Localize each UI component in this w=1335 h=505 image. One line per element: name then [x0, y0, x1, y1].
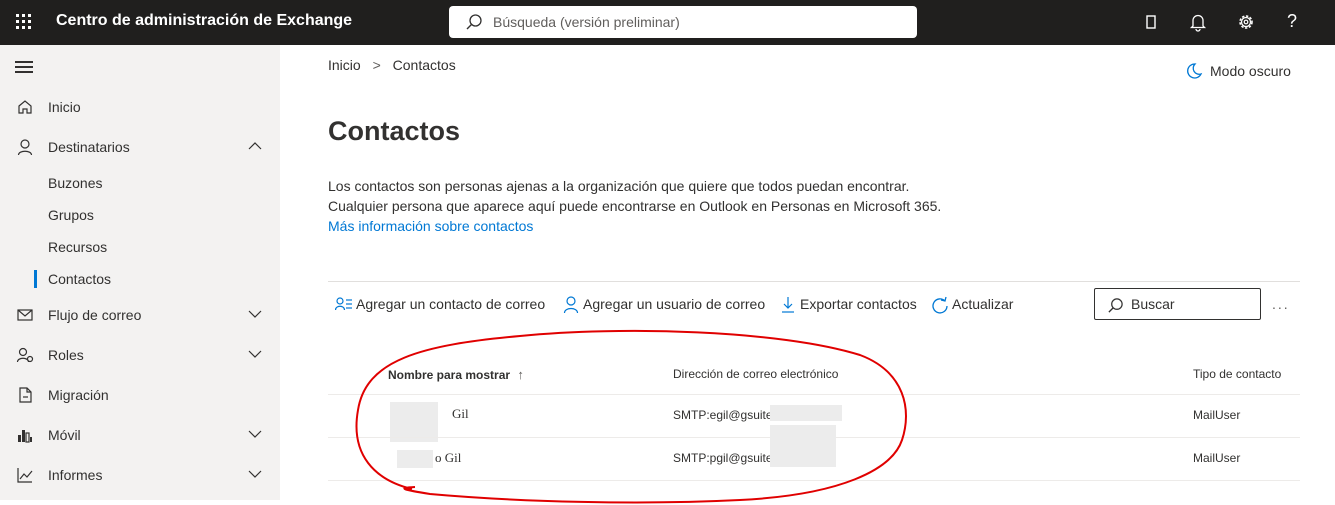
add-contact-icon	[335, 297, 352, 311]
sidebar-item-roles[interactable]: Roles	[0, 337, 280, 373]
chevron-up-icon[interactable]	[248, 141, 262, 151]
sidebar-item-label: Recursos	[48, 239, 108, 255]
command-label: Actualizar	[952, 296, 1014, 312]
waffle-icon[interactable]	[14, 12, 34, 32]
description-line: Los contactos son personas ajenas a la o…	[328, 178, 910, 194]
download-icon	[782, 297, 794, 313]
sidebar-item-label: Flujo de correo	[48, 307, 142, 323]
search-icon	[1108, 298, 1123, 313]
command-label: Exportar contactos	[800, 296, 917, 312]
redaction	[770, 425, 836, 467]
cell-email: SMTP:egil@gsuite	[673, 408, 773, 422]
description-line: Cualquier persona que aparece aquí puede…	[328, 198, 942, 214]
help-icon[interactable]: ?	[1287, 11, 1297, 32]
sidebar-item-label: Migración	[48, 387, 109, 403]
command-label: Agregar un contacto de correo	[356, 296, 546, 312]
refresh-icon	[932, 296, 948, 314]
contacts-search-input[interactable]	[1131, 289, 1256, 319]
sidebar-item-label: Contactos	[48, 271, 112, 287]
search-icon	[466, 14, 482, 30]
sidebar-item-buzones[interactable]: Buzones	[0, 168, 280, 198]
sidebar-item-recursos[interactable]: Recursos	[0, 232, 280, 262]
column-header-email[interactable]: Dirección de correo electrónico	[673, 367, 838, 381]
sidebar-item-destinatarios[interactable]: Destinatarios	[0, 129, 280, 165]
sidebar-item-migracion[interactable]: Migración	[0, 377, 280, 413]
cell-contact-type: MailUser	[1193, 451, 1241, 465]
learn-more-link[interactable]: Más información sobre contactos	[328, 218, 533, 234]
page-title: Contactos	[328, 116, 461, 146]
redaction	[770, 405, 842, 421]
breadcrumb: Inicio > Contactos	[328, 57, 456, 73]
dark-mode-label: Modo oscuro	[1210, 63, 1291, 79]
chevron-down-icon[interactable]	[248, 429, 262, 439]
cell-display-name: Gil	[452, 406, 469, 421]
column-header-contact-type[interactable]: Tipo de contacto	[1193, 367, 1281, 381]
sidebar-item-flujo-de-correo[interactable]: Flujo de correo	[0, 297, 280, 333]
roles-icon	[16, 347, 34, 363]
breadcrumb-current: Contactos	[392, 57, 456, 73]
more-options-icon[interactable]: ...	[1272, 296, 1290, 312]
breadcrumb-separator: >	[372, 57, 381, 73]
mobile-icon	[18, 430, 32, 443]
sidebar-item-label: Inicio	[48, 99, 81, 115]
row-divider	[328, 480, 1300, 481]
cell-contact-type: MailUser	[1193, 408, 1241, 422]
cell-display-name: o Gil	[435, 450, 462, 465]
migration-icon	[19, 387, 32, 403]
sidebar-item-label: Buzones	[48, 175, 103, 191]
mail-icon	[17, 309, 33, 321]
sidebar-item-contactos[interactable]: Contactos	[0, 264, 280, 294]
global-search-input[interactable]	[493, 6, 903, 38]
gear-icon[interactable]	[1236, 12, 1256, 32]
sidebar-item-label: Informes	[48, 467, 103, 483]
chevron-down-icon[interactable]	[248, 309, 262, 319]
person-icon	[563, 296, 579, 314]
moon-icon	[1187, 63, 1203, 79]
cell-email: SMTP:pgil@gsuite	[673, 451, 773, 465]
sidebar-item-label: Grupos	[48, 207, 94, 223]
sidebar-item-movil[interactable]: Móvil	[0, 417, 280, 453]
row-divider	[328, 394, 1300, 395]
selected-indicator	[34, 270, 37, 288]
hamburger-menu-icon[interactable]	[15, 61, 33, 73]
top-bar: Centro de administración de Exchange ?	[0, 0, 1335, 45]
column-header-display-name[interactable]: Nombre para mostrar ↑	[388, 367, 524, 382]
home-icon	[18, 100, 32, 114]
global-search[interactable]	[449, 6, 917, 38]
contacts-search[interactable]	[1094, 288, 1261, 320]
chevron-down-icon[interactable]	[248, 469, 262, 479]
sidebar-item-label: Roles	[48, 347, 84, 363]
sidebar-item-label: Móvil	[48, 427, 81, 443]
sidebar-item-inicio[interactable]: Inicio	[0, 89, 280, 125]
bell-icon[interactable]	[1188, 12, 1208, 32]
breadcrumb-home[interactable]: Inicio	[328, 57, 361, 73]
device-icon[interactable]	[1142, 12, 1162, 32]
page-description: Los contactos son personas ajenas a la o…	[328, 176, 941, 236]
column-header-label: Nombre para mostrar	[388, 368, 511, 382]
chevron-down-icon[interactable]	[248, 349, 262, 359]
divider	[328, 281, 1300, 282]
sidebar-item-informes[interactable]: Informes	[0, 457, 280, 493]
person-icon	[17, 139, 33, 156]
sidebar-item-label: Destinatarios	[48, 139, 130, 155]
sidebar-item-grupos[interactable]: Grupos	[0, 200, 280, 230]
sidebar: Inicio Destinatarios Buzones Grupos Recu…	[0, 45, 280, 500]
app-title[interactable]: Centro de administración de Exchange	[56, 12, 352, 30]
command-label: Agregar un usuario de correo	[583, 296, 766, 312]
sort-ascending-icon: ↑	[517, 367, 524, 382]
reports-icon	[17, 468, 33, 483]
